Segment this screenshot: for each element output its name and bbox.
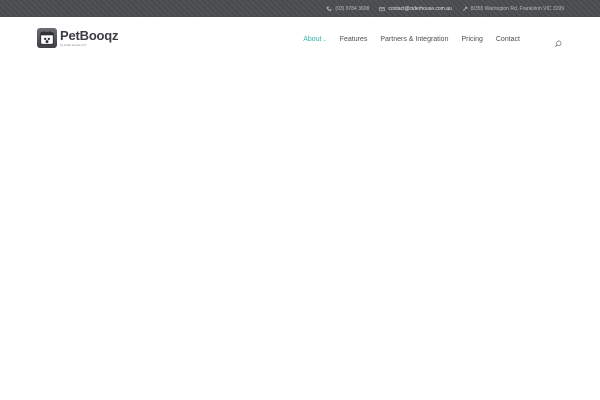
topbar-email[interactable]: contact@ciderhouse.com.au <box>379 5 452 12</box>
page-content <box>0 59 600 400</box>
site-header: PetBooqz by Cider House ICT About⌄ Featu… <box>0 17 600 59</box>
logo-text: PetBooqz by Cider House ICT <box>60 27 119 47</box>
chevron-down-icon: ⌄ <box>322 36 327 43</box>
main-nav: About⌄ Features Partners & Integration P… <box>303 33 520 45</box>
nav-item-label: Features <box>339 35 368 43</box>
nav-item-pricing[interactable]: Pricing <box>461 36 482 43</box>
topbar-address-text: 8/355 Warrington Rd, Frankston VIC 3199 <box>470 5 564 12</box>
topbar-email-text: contact@ciderhouse.com.au <box>388 5 452 12</box>
search-icon <box>554 40 562 48</box>
site-logo[interactable]: PetBooqz by Cider House ICT <box>37 26 119 49</box>
topbar-address[interactable]: 8/355 Warrington Rd, Frankston VIC 3199 <box>462 6 564 12</box>
nav-item-about[interactable]: About⌄ <box>303 36 327 43</box>
nav-item-label: Pricing <box>461 35 483 43</box>
nav-item-partners-integration[interactable]: Partners & Integration <box>380 36 448 43</box>
mail-icon <box>379 6 386 11</box>
logo-name: PetBooqz <box>60 27 119 43</box>
logo-tagline: by Cider House ICT <box>60 42 87 47</box>
search-button[interactable] <box>554 35 562 48</box>
nav-item-label: About <box>303 35 322 43</box>
nav-item-features[interactable]: Features <box>340 36 368 43</box>
calendar-logo-icon <box>37 27 57 48</box>
nav-item-contact[interactable]: Contact <box>496 36 520 43</box>
phone-icon <box>327 6 332 11</box>
nav-item-label: Partners & Integration <box>380 35 449 43</box>
pin-icon <box>462 6 467 11</box>
nav-item-label: Contact <box>495 35 520 43</box>
top-info-bar: (03) 9784 3608 contact@ciderhouse.com.au… <box>0 0 600 17</box>
topbar-phone-text: (03) 9784 3608 <box>335 5 370 12</box>
topbar-phone[interactable]: (03) 9784 3608 <box>326 6 369 12</box>
